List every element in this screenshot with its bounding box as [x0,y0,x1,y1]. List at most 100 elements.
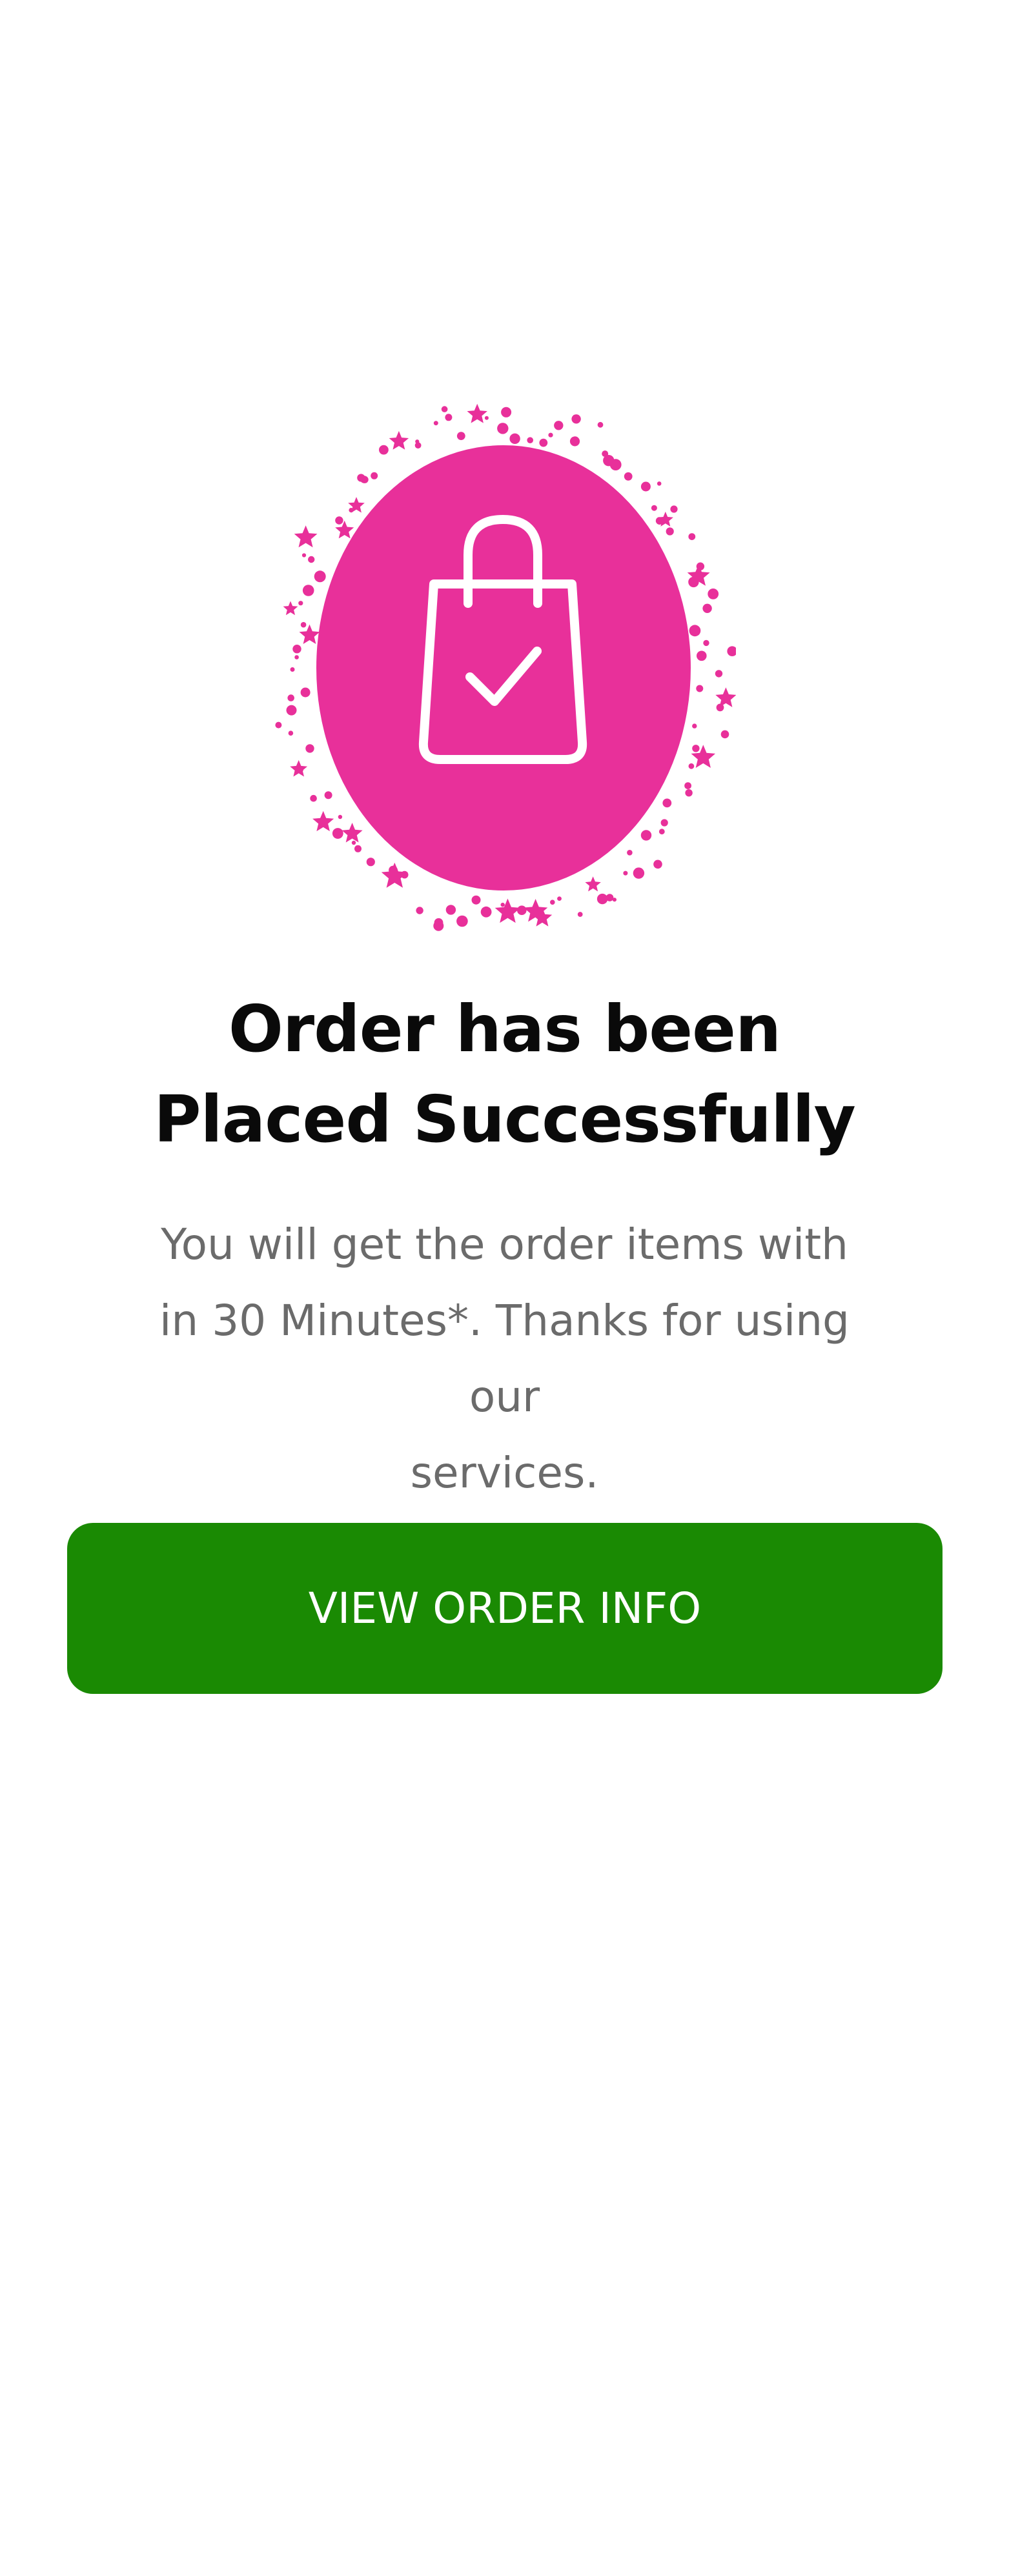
confetti-dot [500,902,505,907]
confetti-star [341,823,363,843]
confetti-burst [275,403,736,931]
order-success-screen: Order has been Placed Successfully You w… [0,0,1009,2576]
confetti-dot [298,601,303,606]
confetti-dot [658,829,665,835]
confetti-dot [300,687,311,698]
confetti-dot [480,906,492,918]
confetti-dot [366,858,375,867]
confetti-dot [441,406,448,412]
confetti-dot [517,905,527,915]
confetti-dot [497,423,509,434]
confetti-dot [697,650,707,661]
confetti-dot [692,723,697,729]
confetti-dot [702,603,712,613]
confetti-dot [688,576,699,588]
confetti-dot [301,553,307,558]
confetti-dot [708,589,719,599]
confetti-dot [501,407,512,418]
confetti-star [294,525,318,548]
confetti-dot [577,912,583,917]
confetti-dot [335,516,343,525]
confetti-dot [596,893,608,905]
success-message-line-1: You will get the order items with [161,1220,848,1269]
confetti-dot [571,414,581,424]
confetti-dot [286,705,297,716]
confetti-dot [662,798,672,808]
confetti-dot [612,898,617,902]
confetti-dot [640,830,652,841]
confetti-dot [379,445,389,455]
confetti-dot [716,703,724,712]
confetti-dot [548,432,553,438]
success-title-line-2: Placed Successfully [154,1082,856,1157]
confetti-dot [670,505,678,513]
confetti-dot [623,870,628,876]
confetti-dot [389,865,398,875]
confetti-dot [550,900,555,905]
confetti-dot [292,645,301,654]
success-title-line-1: Order has been [228,991,781,1067]
confetti-dot [539,438,548,447]
confetti-dot [484,416,489,420]
confetti-dot [302,585,314,596]
confetti-dot [371,472,378,479]
confetti-star [467,403,487,423]
success-title: Order has been Placed Successfully [0,984,1009,1165]
confetti-dot [445,905,456,915]
confetti-dot [308,556,315,563]
confetti-dot [527,437,533,443]
confetti-dot [310,794,317,802]
confetti-dot [275,721,282,729]
confetti-dot [434,918,443,927]
confetti-dot [688,763,695,769]
confetti-dot [609,459,622,470]
confetti-dot [727,646,736,656]
confetti-dot [361,476,369,483]
confetti-star [312,810,334,832]
confetti-dot [692,745,700,752]
confetti-dot [624,472,633,481]
confetti-dot [660,819,668,827]
confetti-dot [471,895,481,905]
confetti-dot [633,867,645,879]
confetti-dot [290,667,295,672]
confetti-dot [300,621,307,628]
confetti-dot [554,421,564,430]
success-circle [316,445,691,891]
confetti-star [389,430,409,450]
confetti-dot [314,570,326,583]
confetti-star [283,601,298,616]
confetti-dot [349,508,354,513]
confetti-dot [415,439,420,444]
confetti-dot [354,845,362,852]
success-message-line-3: services. [410,1448,599,1498]
success-message: You will get the order items with in 30 … [129,1207,880,1511]
confetti-dot [433,421,438,426]
confetti-dot [445,414,453,421]
confetti-dot [569,436,580,447]
view-order-info-button[interactable]: VIEW ORDER INFO [67,1523,943,1694]
confetti-dot [324,791,332,800]
confetti-dot [657,481,662,486]
confetti-dot [688,533,696,540]
confetti-dot [297,766,303,773]
order-success-illustration [271,390,736,945]
confetti-dot [557,896,562,901]
view-order-info-label: VIEW ORDER INFO [308,1584,702,1633]
success-message-line-2: in 30 Minutes*. Thanks for using our [159,1296,850,1422]
confetti-dot [456,432,465,440]
confetti-dot [666,527,674,536]
confetti-star [299,624,320,644]
confetti-star [494,898,521,923]
confetti-dot [456,915,468,927]
confetti-dot [685,789,693,797]
confetti-dot [627,850,633,856]
confetti-dot [703,639,709,647]
confetti-dot [332,828,343,839]
confetti-dot [351,840,356,845]
confetti-dot [509,433,520,444]
confetti-dot [653,860,662,869]
confetti-dot [305,744,314,753]
confetti-dot [696,685,704,692]
confetti-dot [689,625,701,637]
